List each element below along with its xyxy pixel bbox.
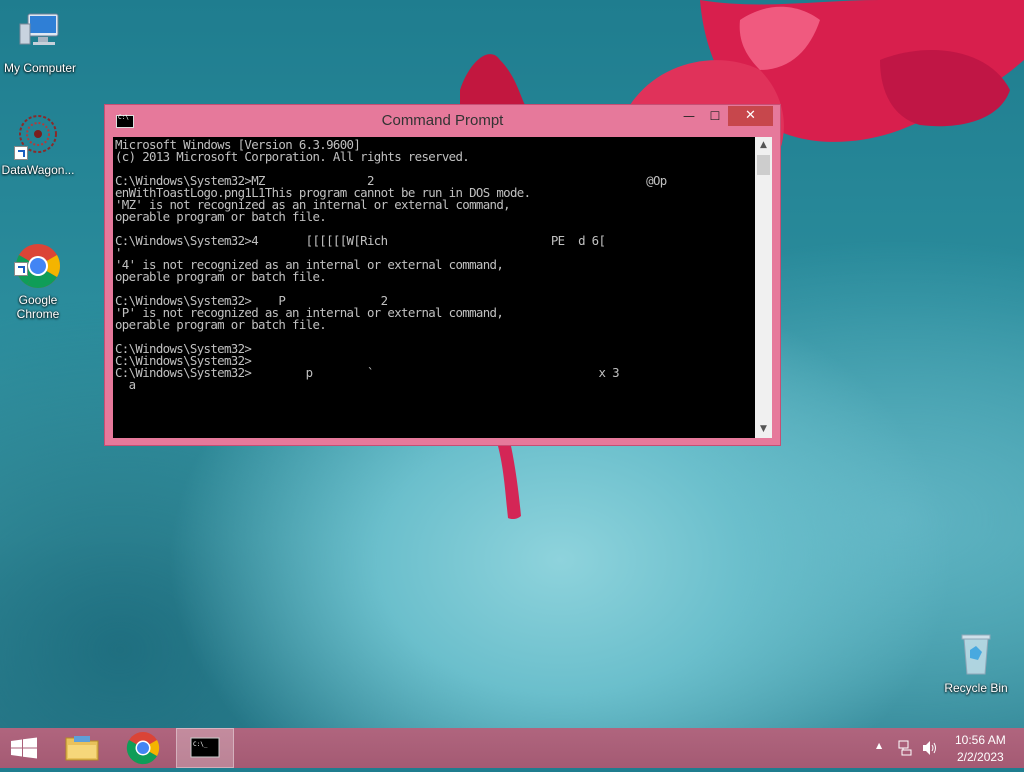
scroll-down-button[interactable]: ▼ xyxy=(755,421,772,438)
recycle-bin-icon xyxy=(952,630,1000,678)
desktop-icon-datawagon[interactable]: DataWagon... xyxy=(0,112,78,177)
desktop-icon-label: Google Chrome xyxy=(16,293,60,321)
start-button[interactable] xyxy=(0,728,48,768)
console-text: Microsoft Windows [Version 6.3.9600] (c)… xyxy=(115,137,667,392)
desktop-icon-label: My Computer xyxy=(3,61,77,75)
speaker-icon[interactable] xyxy=(921,740,939,756)
desktop-icon-my-computer[interactable]: My Computer xyxy=(0,10,80,75)
monitor-icon xyxy=(16,10,64,58)
network-icon[interactable] xyxy=(898,740,914,756)
chrome-icon xyxy=(14,228,62,288)
folder-icon xyxy=(65,736,99,761)
molecule-icon xyxy=(14,112,62,160)
vertical-scrollbar[interactable]: ▲ ▼ xyxy=(755,137,772,438)
desktop-icon-recycle-bin[interactable]: Recycle Bin xyxy=(936,630,1016,695)
minimize-button[interactable]: — xyxy=(676,106,702,126)
window-titlebar[interactable]: Command Prompt — ☐ ✕ xyxy=(105,105,780,137)
close-button[interactable]: ✕ xyxy=(728,106,773,126)
chrome-icon xyxy=(126,732,160,765)
shortcut-arrow-icon xyxy=(14,146,28,160)
taskbar-file-explorer[interactable] xyxy=(54,728,110,768)
shortcut-arrow-icon xyxy=(14,262,28,276)
taskbar-command-prompt[interactable]: C:\_ xyxy=(176,728,234,768)
scroll-up-button[interactable]: ▲ xyxy=(755,137,772,154)
windows-logo-icon xyxy=(11,737,37,759)
taskbar-chrome[interactable] xyxy=(115,728,171,768)
taskbar: C:\_ ▲ 10:56 AM 2/2/2023 xyxy=(0,728,1024,768)
svg-text:C:\_: C:\_ xyxy=(193,741,208,748)
desktop-icon-google-chrome[interactable]: Google Chrome xyxy=(0,214,78,335)
cmd-icon: C:\_ xyxy=(190,737,220,758)
scroll-thumb[interactable] xyxy=(757,155,770,175)
desktop-icon-label: DataWagon... xyxy=(1,163,75,177)
command-prompt-window[interactable]: Command Prompt — ☐ ✕ Microsoft Windows [… xyxy=(104,104,781,446)
console-output[interactable]: Microsoft Windows [Version 6.3.9600] (c)… xyxy=(113,137,755,438)
show-hidden-icons-button[interactable]: ▲ xyxy=(876,741,882,750)
clock-time[interactable]: 10:56 AM xyxy=(955,733,1006,747)
desktop-icon-label: Recycle Bin xyxy=(944,681,1008,695)
maximize-button[interactable]: ☐ xyxy=(702,106,728,126)
clock-date[interactable]: 2/2/2023 xyxy=(957,750,1004,764)
